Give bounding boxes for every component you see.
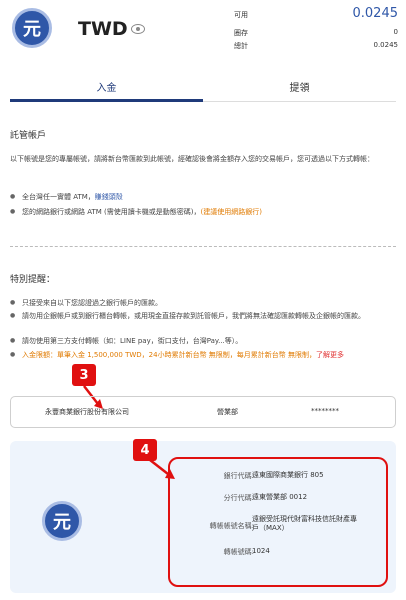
total-value: 0.0245: [373, 41, 399, 49]
total-label: 總計: [234, 42, 248, 50]
escrow-bullet-online: 您的網路銀行或網路 ATM (需使用讀卡機或是動態密碼)，(建議使用網路銀行): [10, 207, 396, 217]
linked-bank-account: 永豐商業銀行股份有限公司 營業部 ********: [10, 396, 396, 428]
detail-value: 遠銀受託現代財富科技信託財產專戶（MAX）: [252, 515, 357, 532]
online-link[interactable]: (建議使用網路銀行): [200, 208, 261, 216]
detail-label: 轉帳號碼:: [223, 548, 254, 556]
notice-item: 請勿使用第三方支付轉帳（如：LINE pay，街口支付，台灣Pay...等）。: [10, 336, 396, 346]
online-text: 您的網路銀行或網路 ATM (需使用讀卡機或是動態密碼)，: [22, 208, 201, 216]
notice-item: 只接受來自以下您認證過之銀行帳戶的匯款。: [10, 298, 396, 308]
detail-label: 銀行代碼:: [223, 472, 254, 480]
currency-code: TWD: [78, 18, 128, 40]
currency-coin-icon: 元: [12, 8, 52, 48]
escrow-bullet-atm: 全台灣任一實體 ATM，賺錢頭殼: [10, 192, 396, 202]
escrow-account-details: 元 銀行代碼: 遠東國際商業銀行 805 分行代碼: 遠東營業部 0012 轉帳…: [10, 441, 396, 593]
detail-value: 1024: [252, 547, 270, 555]
notice-item: 請勿用企銀帳戶或到銀行櫃台轉帳，或用現金直接存款到託管帳戶，我們將無法確認匯款轉…: [10, 311, 396, 321]
deposit-withdraw-tabs: 入金 提領: [10, 78, 396, 102]
atm-text: 全台灣任一實體 ATM，: [22, 193, 95, 201]
eye-icon[interactable]: [131, 24, 145, 34]
detail-label: 轉帳帳號名稱:: [209, 522, 254, 530]
tab-withdraw[interactable]: 提領: [203, 78, 396, 102]
notice-title: 特別提醒：: [10, 275, 56, 285]
available-label: 可用: [234, 11, 248, 19]
annotation-badge-3: 3: [72, 364, 96, 386]
learn-more-link[interactable]: 了解更多: [316, 351, 344, 359]
annotation-arrow-icon: [149, 459, 175, 479]
tab-deposit[interactable]: 入金: [10, 78, 203, 102]
bank-account-masked: ********: [311, 407, 339, 415]
escrow-description: 以下帳號是您的專屬帳號，請將新台幣匯款到此帳號，經確認後會將金額存入您的交易帳戶…: [10, 155, 374, 163]
section-divider: [10, 246, 396, 247]
bank-branch: 營業部: [217, 408, 238, 416]
asset-header: 元 TWD 可用 0.0245 圈存 0 總計 0.0245: [0, 0, 406, 68]
escrow-title: 託管帳戶: [10, 131, 47, 141]
available-value: 0.0245: [352, 6, 399, 21]
detail-label: 分行代碼:: [223, 494, 254, 502]
atm-link[interactable]: 賺錢頭殼: [95, 193, 123, 201]
frozen-value: 0: [393, 28, 398, 36]
deposit-limit: 入金限額：單筆入金 1,500,000 TWD，24小時累計新台幣 無限制，每月…: [10, 350, 396, 360]
deposit-limit-text: 入金限額：單筆入金 1,500,000 TWD，24小時累計新台幣 無限制，每月…: [22, 351, 317, 359]
detail-value: 遠東營業部 0012: [252, 493, 308, 501]
bank-name: 永豐商業銀行股份有限公司: [45, 408, 129, 416]
detail-value: 遠東國際商業銀行 805: [252, 471, 324, 479]
frozen-label: 圈存: [234, 29, 248, 37]
currency-coin-icon: 元: [42, 501, 82, 541]
